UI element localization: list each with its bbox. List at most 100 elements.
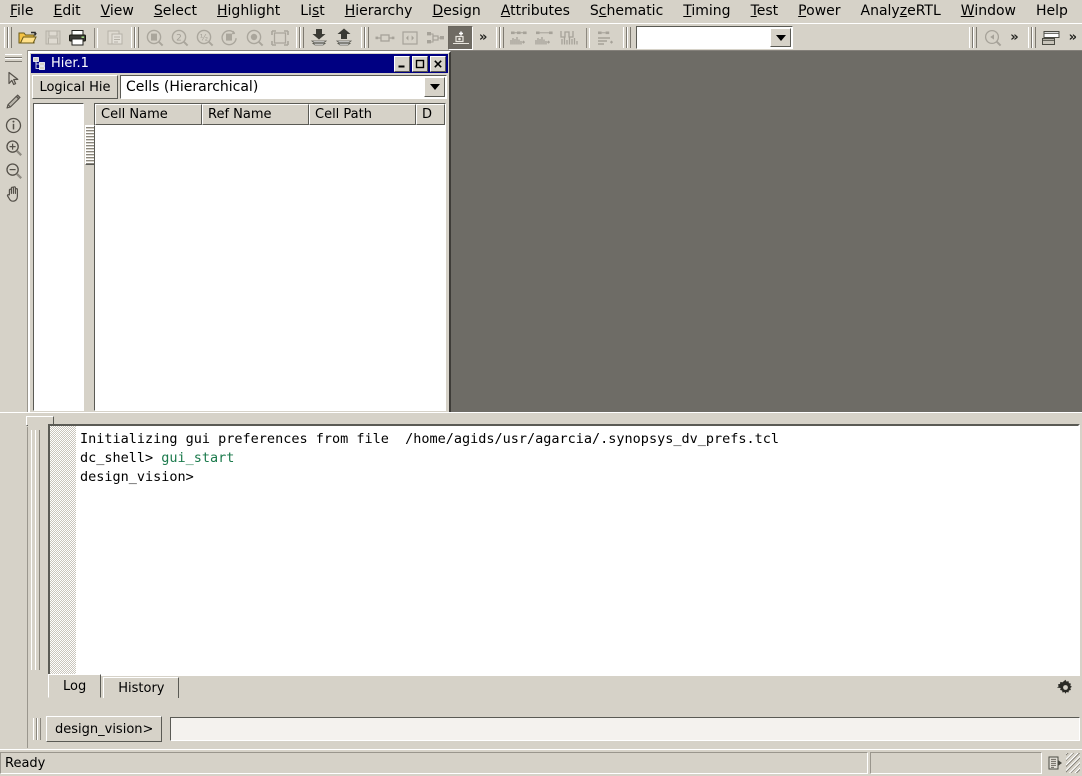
hier-window-title: Hier.1 — [51, 56, 89, 71]
hier-window-titlebar[interactable]: Hier.1 — [31, 54, 448, 73]
column-header[interactable]: Cell Path — [309, 104, 416, 125]
hier-splitter-handle[interactable] — [85, 125, 95, 165]
new-schematic-icon — [373, 27, 396, 49]
toolbar-drag-grip-8[interactable] — [1026, 27, 1036, 48]
toolbar-drag-grip-4[interactable] — [360, 27, 369, 48]
cells-table-body[interactable] — [95, 125, 445, 410]
zoom-in-icon[interactable] — [2, 137, 25, 159]
left-strip-drag-grip[interactable] — [5, 53, 22, 62]
path-slack-icon — [558, 27, 581, 49]
gear-icon[interactable] — [1057, 679, 1074, 696]
add-to-schematic-icon[interactable] — [448, 25, 473, 50]
logical-hierarchy-button[interactable]: Logical Hie — [32, 75, 118, 99]
output-pane-icon[interactable] — [1044, 753, 1066, 773]
zoom-selection-icon — [243, 27, 266, 49]
tile-windows-icon[interactable] — [1040, 27, 1063, 49]
svg-text:2: 2 — [176, 33, 182, 43]
menu-attributes[interactable]: Attributes — [491, 1, 580, 22]
log-segment: gui_start — [161, 450, 235, 466]
toolbar-drag-grip-5[interactable] — [495, 27, 505, 48]
log-line: dc_shell> gui_start — [80, 449, 1072, 468]
tab-history[interactable]: History — [103, 677, 180, 698]
menu-test[interactable]: Test — [741, 1, 789, 22]
close-icon[interactable] — [430, 55, 446, 72]
toolbar-overflow-windows-button[interactable]: » — [1064, 30, 1082, 45]
toolbar-drag-grip-3[interactable] — [295, 27, 304, 48]
menu-window[interactable]: Window — [951, 1, 1026, 22]
hier-schematic-icon — [423, 27, 446, 49]
toolbar-overflow-history-button[interactable]: » — [1005, 30, 1023, 45]
menu-select[interactable]: Select — [144, 1, 207, 22]
menu-hierarchy[interactable]: Hierarchy — [335, 1, 423, 22]
log-output-frame[interactable]: Initializing gui preferences from file /… — [48, 424, 1080, 676]
pencil-icon[interactable] — [2, 91, 25, 113]
mdi-workspace: Hier.1 Logical Hie Cells (Hierarchical) — [28, 50, 1082, 417]
status-progress — [870, 752, 1042, 774]
endpoint-slack-icon — [533, 27, 556, 49]
command-line-drag-grip[interactable] — [32, 716, 41, 742]
symbol-view-icon — [398, 27, 421, 49]
cell-view-combo[interactable]: Cells (Hierarchical) — [120, 75, 447, 99]
push-down-icon[interactable] — [308, 27, 331, 49]
menu-file[interactable]: File — [0, 1, 43, 22]
menu-analyzertl[interactable]: AnalyzeRTL — [851, 1, 951, 22]
menu-list[interactable]: List — [290, 1, 335, 22]
column-header[interactable]: Ref Name — [202, 104, 309, 125]
column-header[interactable]: Cell Name — [95, 104, 202, 125]
zoom-half-icon: ½ — [193, 27, 216, 49]
open-folder-icon[interactable] — [16, 27, 39, 49]
cells-table-header: Cell Name Ref Name Cell Path D — [95, 104, 445, 125]
back-history-icon — [981, 27, 1004, 49]
menu-help[interactable]: Help — [1026, 1, 1078, 22]
log-panel-drag-grip[interactable] — [28, 424, 42, 676]
zoom-full-icon — [143, 27, 166, 49]
menu-design[interactable]: Design — [422, 1, 490, 22]
chevron-down-icon[interactable] — [770, 28, 792, 47]
cursor-arrow-icon[interactable] — [2, 68, 25, 90]
toolbar-overflow-left-button[interactable]: » — [474, 30, 492, 45]
toolbar-drag-grip-7[interactable] — [968, 27, 978, 48]
toolbar-drag-grip-1[interactable] — [3, 27, 12, 48]
left-tool-strip — [0, 50, 28, 748]
log-segment: Initializing gui preferences from file /… — [80, 431, 779, 447]
toolbar-filter-combo[interactable] — [636, 26, 794, 49]
log-segment: dc_shell> — [80, 450, 162, 466]
log-output-text: Initializing gui preferences from file /… — [80, 430, 1072, 670]
zoom-out-icon[interactable] — [2, 160, 25, 182]
save-disk-icon — [41, 27, 64, 49]
menu-timing[interactable]: Timing — [673, 1, 740, 22]
report-list-icon — [595, 27, 618, 49]
menu-view[interactable]: View — [91, 1, 144, 22]
pan-hand-icon[interactable] — [2, 183, 25, 205]
main-toolbar: 2 ½ » » » — [0, 23, 1082, 52]
pop-up-icon[interactable] — [333, 27, 356, 49]
hierarchy-tree-pane[interactable] — [33, 103, 84, 411]
histogram-path-icon — [508, 27, 531, 49]
column-header[interactable]: D — [416, 104, 445, 125]
maximize-icon[interactable] — [412, 55, 428, 72]
toolbar-drag-grip-6[interactable] — [622, 27, 632, 48]
print-icon[interactable] — [66, 27, 89, 49]
hierarchy-window-icon — [33, 57, 46, 70]
hier-window: Hier.1 Logical Hie Cells (Hierarchical) — [28, 51, 451, 417]
page-setup-icon — [103, 27, 126, 49]
toolbar-drag-grip-2[interactable] — [130, 27, 139, 48]
menu-power[interactable]: Power — [788, 1, 850, 22]
menu-highlight[interactable]: Highlight — [207, 1, 290, 22]
info-circle-icon[interactable] — [2, 114, 25, 136]
menu-schematic[interactable]: Schematic — [580, 1, 673, 22]
log-segment: design_vision> — [80, 469, 194, 485]
command-input[interactable] — [170, 717, 1080, 741]
window-resize-grip[interactable] — [1066, 753, 1080, 773]
svg-text:½: ½ — [199, 33, 207, 43]
log-line: design_vision> — [80, 468, 1072, 487]
menu-edit[interactable]: Edit — [43, 1, 90, 22]
toolbar-separator-1 — [94, 27, 98, 48]
command-prompt-button[interactable]: design_vision> — [46, 716, 163, 742]
minimize-icon[interactable] — [394, 55, 410, 72]
cell-view-combo-value: Cells (Hierarchical) — [126, 79, 259, 95]
tab-log[interactable]: Log — [48, 674, 102, 698]
chevron-down-icon[interactable] — [424, 77, 445, 97]
status-bar: Ready — [0, 749, 1082, 776]
hier-vertical-splitter[interactable] — [84, 103, 95, 411]
